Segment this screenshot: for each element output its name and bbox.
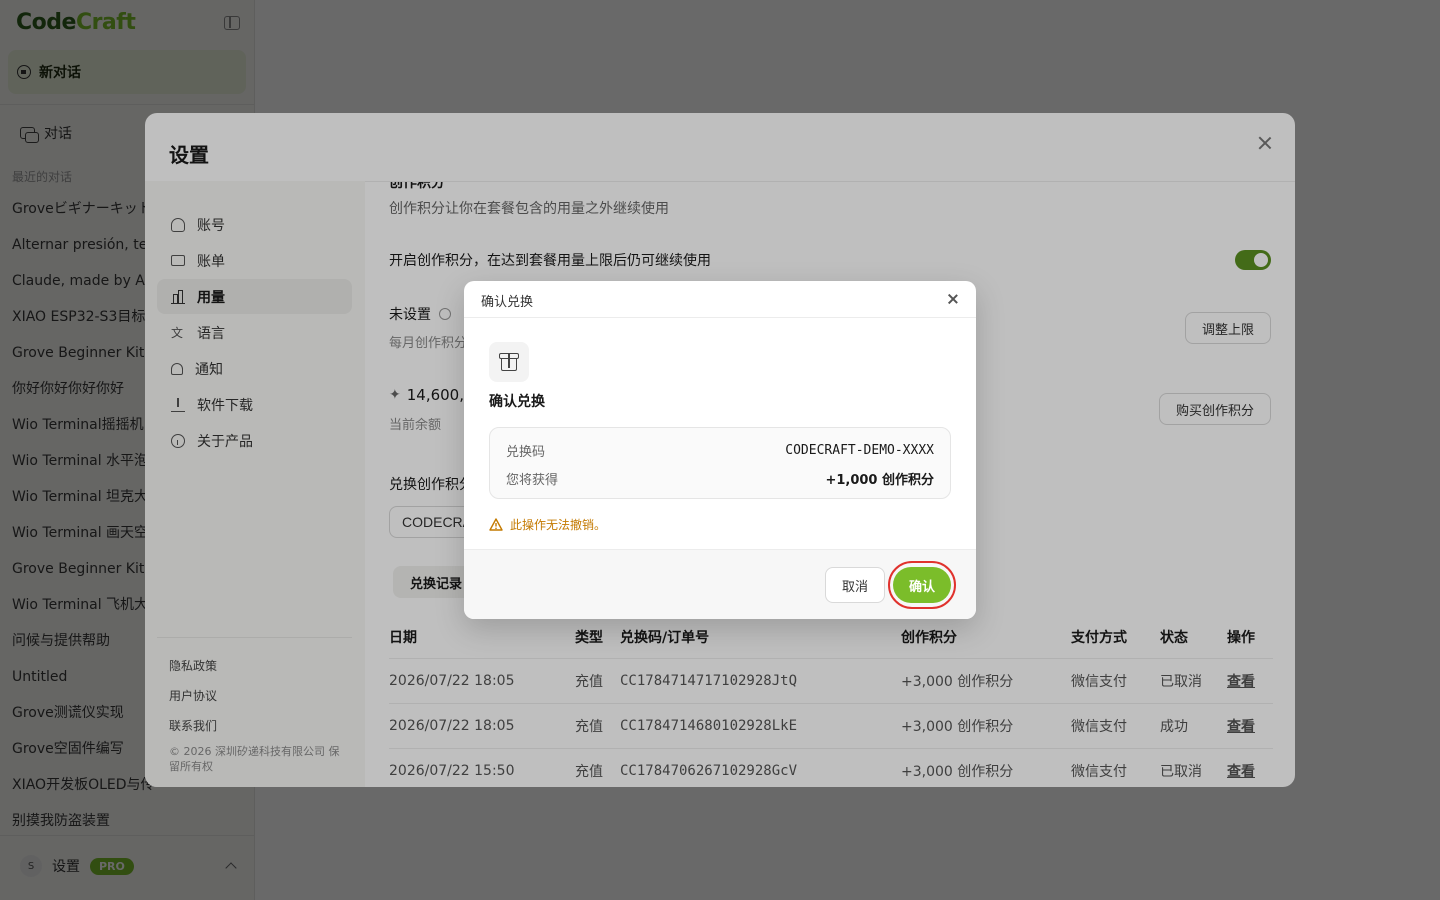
gift-icon [499, 353, 519, 371]
gain-value: +1,000 创作积分 [825, 473, 934, 488]
confirm-redeem-dialog: 确认兑换 确认兑换 兑换码 CODECRAFT-DEMO-XXXX 您将获得 +… [464, 281, 976, 619]
cancel-button[interactable]: 取消 [825, 567, 885, 603]
gift-icon-box [489, 342, 529, 382]
dialog-heading: 确认兑换 [489, 394, 545, 410]
dialog-title: 确认兑换 [481, 295, 534, 310]
redeem-info-card: 兑换码 CODECRAFT-DEMO-XXXX 您将获得 +1,000 创作积分 [489, 427, 951, 499]
gain-label: 您将获得 [506, 473, 559, 488]
code-value: CODECRAFT-DEMO-XXXX [785, 443, 934, 458]
warning-icon [489, 518, 503, 531]
confirm-button[interactable]: 确认 [893, 567, 951, 603]
dialog-close-icon[interactable] [947, 293, 959, 305]
code-label: 兑换码 [506, 445, 546, 460]
code-row: 兑换码 CODECRAFT-DEMO-XXXX [506, 441, 934, 460]
dialog-header-divider [464, 317, 976, 318]
gain-row: 您将获得 +1,000 创作积分 [506, 469, 934, 488]
warning-text: 此操作无法撤销。 [510, 518, 607, 532]
dialog-footer: 取消 确认 [464, 549, 976, 619]
irreversible-warning: 此操作无法撤销。 [489, 516, 606, 533]
